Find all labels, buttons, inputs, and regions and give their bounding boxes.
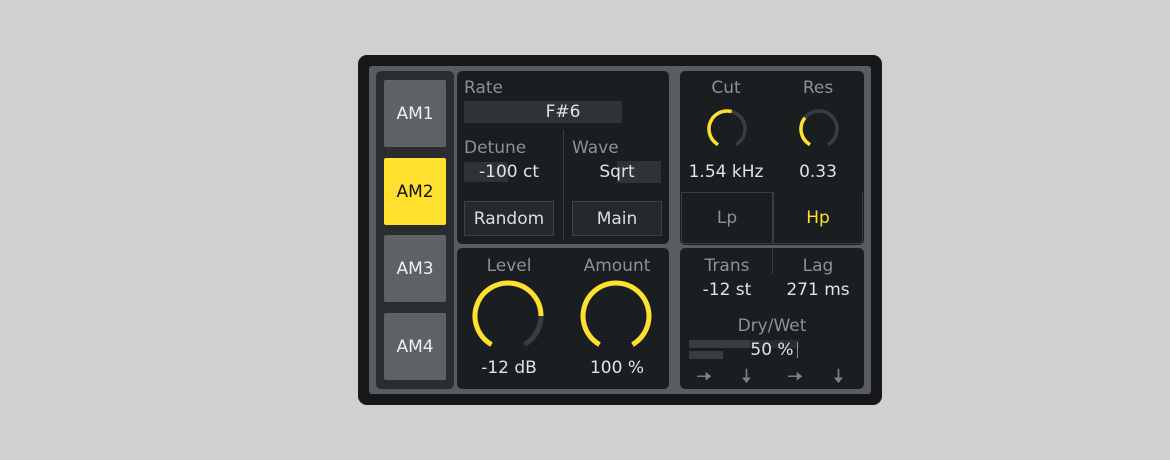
trans-value[interactable]: -12 st: [681, 280, 773, 300]
drywet-label: Dry/Wet: [737, 316, 807, 336]
wave-label: Wave: [572, 138, 619, 158]
res-value: 0.33: [799, 162, 837, 182]
level-label: Level: [486, 256, 532, 276]
rate-value: F#6: [545, 102, 581, 122]
res-label: Res: [802, 78, 834, 98]
random-button[interactable]: Random: [464, 201, 554, 236]
arrow-down-icon[interactable]: 🠇: [833, 362, 844, 396]
lag-value[interactable]: 271 ms: [773, 280, 863, 300]
amount-label: Amount: [583, 256, 651, 276]
detune-value: -100 ct: [479, 162, 539, 182]
tab-am1[interactable]: AM1: [384, 80, 446, 147]
tab-am2[interactable]: AM2: [384, 158, 446, 225]
tab-am3[interactable]: AM3: [384, 235, 446, 302]
amount-value: 100 %: [589, 358, 644, 378]
oscillator-divider: [563, 130, 564, 240]
arrow-down-icon[interactable]: 🠇: [741, 362, 752, 396]
rate-label: Rate: [464, 78, 503, 98]
cut-label: Cut: [711, 78, 741, 98]
main-button[interactable]: Main: [572, 201, 662, 236]
arrow-right-icon[interactable]: 🠆: [696, 362, 712, 396]
trans-label: Trans: [704, 256, 750, 276]
lag-label: Lag: [802, 256, 834, 276]
highpass-button[interactable]: Hp: [773, 192, 863, 244]
detune-label: Detune: [464, 138, 527, 158]
drywet-value: 50 %: [750, 340, 794, 360]
tab-am4[interactable]: AM4: [384, 313, 446, 380]
level-value: -12 dB: [481, 358, 537, 378]
cut-value: 1.54 kHz: [688, 162, 764, 182]
arrow-right-icon[interactable]: 🠆: [787, 362, 803, 396]
wave-value: Sqrt: [599, 162, 635, 182]
lowpass-button[interactable]: Lp: [681, 192, 773, 244]
